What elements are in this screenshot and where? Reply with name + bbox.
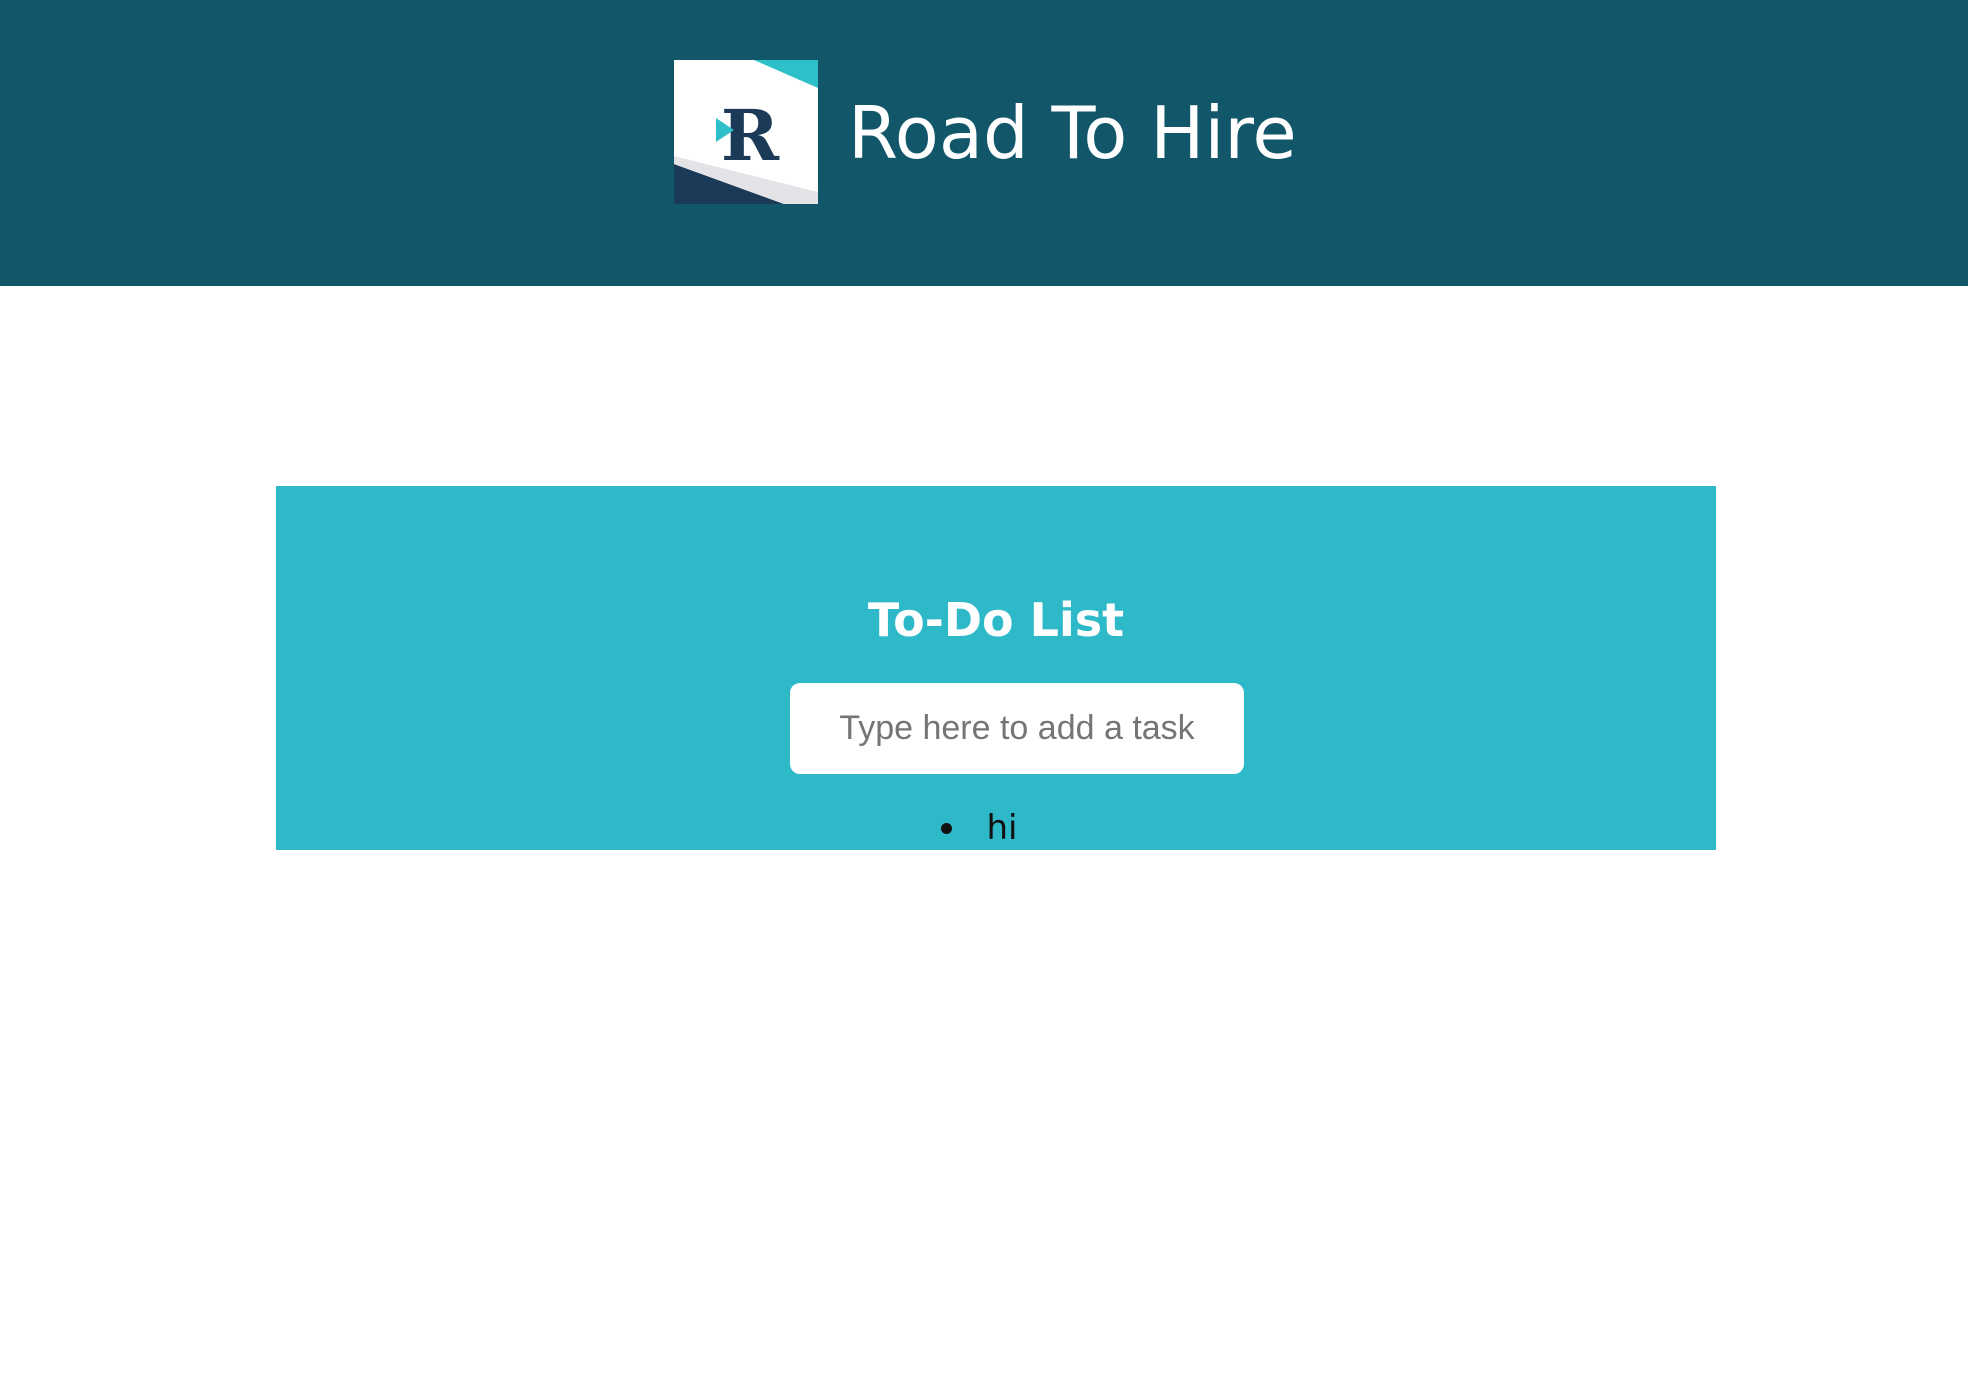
site-header: R Road To Hire <box>0 0 1968 286</box>
brand-title: Road To Hire <box>848 91 1297 175</box>
todo-title: To-Do List <box>867 593 1125 647</box>
svg-text:R: R <box>721 94 780 177</box>
bullet-icon <box>940 823 952 834</box>
task-label: hi <box>986 808 1018 848</box>
logo-icon: R <box>674 60 818 204</box>
task-list: hi <box>276 806 1716 850</box>
todo-panel: To-Do List hi <box>276 486 1716 850</box>
list-item: hi <box>940 806 1018 850</box>
road-to-hire-logo: R <box>674 60 818 204</box>
task-input[interactable] <box>790 683 1244 774</box>
